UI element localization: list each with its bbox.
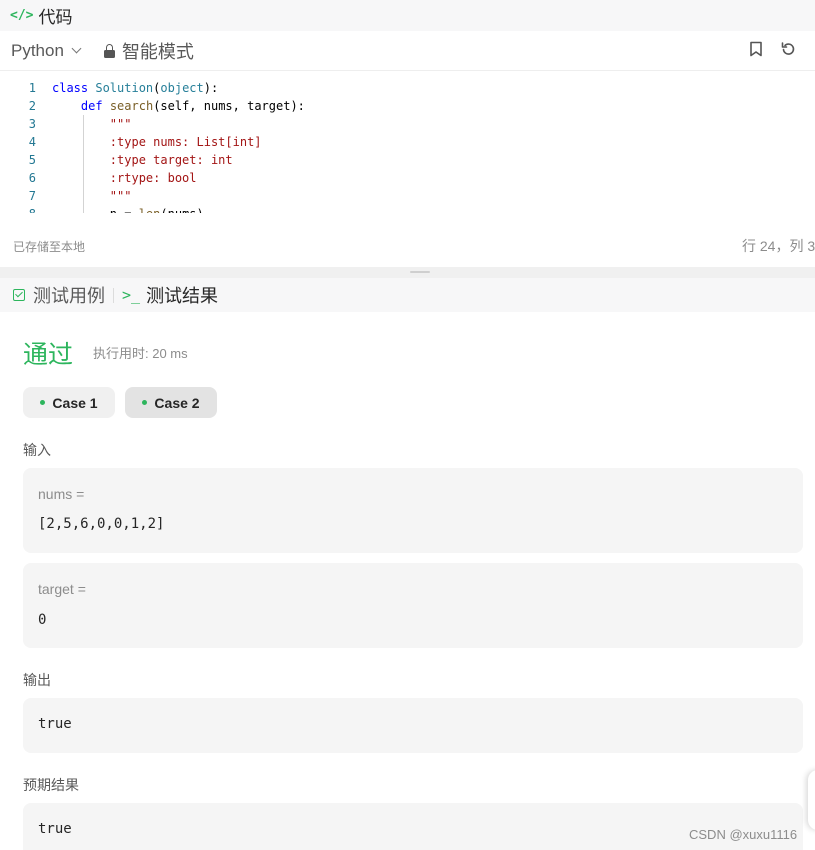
output-box: true xyxy=(23,698,803,753)
param-value: [2,5,6,0,0,1,2] xyxy=(38,516,165,532)
line-number: 3 xyxy=(28,117,36,131)
line-number: 1 xyxy=(28,81,36,95)
saved-status: 已存储至本地 xyxy=(13,240,86,254)
param-name: target = xyxy=(38,581,86,597)
panel-resize-divider[interactable] xyxy=(0,267,815,278)
language-label: Python xyxy=(11,40,64,60)
expected-box: true xyxy=(23,803,803,850)
code-line[interactable]: 2 def search(self, nums, target): xyxy=(0,97,815,115)
reset-icon[interactable] xyxy=(781,41,797,57)
language-selector[interactable]: Python xyxy=(11,40,82,61)
tab-test-cases[interactable]: 测试用例 xyxy=(13,282,105,308)
code-text: class Solution(object): xyxy=(52,81,219,95)
lock-icon xyxy=(103,43,115,58)
code-panel-header: </> 代码 xyxy=(0,0,815,31)
code-text: n = len(nums) xyxy=(38,205,204,213)
code-line[interactable]: 7 """ xyxy=(0,187,815,205)
cursor-position: 行 24，列 3 xyxy=(742,238,815,254)
case-1-label: Case 1 xyxy=(52,394,98,411)
code-panel-title: 代码 xyxy=(38,8,73,27)
expected-label: 预期结果 xyxy=(23,777,79,793)
code-line[interactable]: 4 :type nums: List[int] xyxy=(0,133,815,151)
result-status: 通过 xyxy=(23,341,74,369)
editor-toolbar: Python 智能模式 xyxy=(0,31,815,71)
input-nums-box: nums = [2,5,6,0,0,1,2] xyxy=(23,468,803,553)
tab-test-results-label: 测试结果 xyxy=(146,286,219,306)
case-2-button[interactable]: Case 2 xyxy=(125,387,217,418)
indent-guide xyxy=(83,115,84,213)
code-line[interactable]: 1 class Solution(object): xyxy=(0,79,815,97)
code-line[interactable]: 3 """ xyxy=(0,115,815,133)
param-name: nums = xyxy=(38,486,85,502)
input-label: 输入 xyxy=(23,442,51,458)
line-number: 8 xyxy=(0,205,38,213)
line-number: 5 xyxy=(28,153,36,167)
chevron-down-icon xyxy=(71,43,82,54)
result-tabs: 测试用例 >_ 测试结果 xyxy=(0,278,815,312)
code-line[interactable]: 5 :type target: int xyxy=(0,151,815,169)
terminal-icon: >_ xyxy=(122,286,141,304)
code-text: """ xyxy=(52,117,132,131)
code-icon: </> xyxy=(10,8,34,23)
tab-test-results[interactable]: >_ 测试结果 xyxy=(122,282,218,308)
tab-separator xyxy=(113,287,114,303)
code-editor[interactable]: 1 class Solution(object): 2 def search(sel… xyxy=(0,79,815,213)
smart-mode-toggle[interactable]: 智能模式 xyxy=(103,38,194,64)
runtime-text: 执行用时: 20 ms xyxy=(93,346,188,361)
param-value: 0 xyxy=(38,612,47,628)
resize-handle[interactable] xyxy=(410,271,430,273)
case-1-button[interactable]: Case 1 xyxy=(23,387,115,418)
code-line[interactable]: 8 n = len(nums) xyxy=(0,205,815,213)
line-number: 2 xyxy=(28,99,36,113)
line-number: 4 xyxy=(28,135,36,149)
code-text: def search(self, nums, target): xyxy=(80,99,305,113)
pass-dot-icon xyxy=(142,400,148,405)
pass-dot-icon xyxy=(40,400,46,405)
code-text: :rtype: bool xyxy=(52,171,197,185)
expected-value: true xyxy=(38,821,72,837)
output-value: true xyxy=(38,716,72,732)
line-number: 6 xyxy=(28,171,36,185)
code-text: :type target: int xyxy=(52,153,233,167)
input-target-box: target = 0 xyxy=(23,563,803,648)
line-number: 7 xyxy=(28,189,36,203)
floating-panel-edge xyxy=(808,770,815,830)
checkbox-icon xyxy=(13,289,25,301)
code-text: """ xyxy=(52,189,132,203)
output-label: 输出 xyxy=(23,672,51,688)
case-2-label: Case 2 xyxy=(154,394,200,411)
bookmark-icon[interactable] xyxy=(749,41,763,57)
status-bar: 已存储至本地 行 24，列 3 xyxy=(0,232,815,262)
code-text: :type nums: List[int] xyxy=(52,135,262,149)
watermark: CSDN @xuxu1116 xyxy=(689,827,798,842)
smart-mode-label: 智能模式 xyxy=(121,41,194,62)
code-line[interactable]: 6 :rtype: bool xyxy=(0,169,815,187)
tab-test-cases-label: 测试用例 xyxy=(33,286,105,306)
